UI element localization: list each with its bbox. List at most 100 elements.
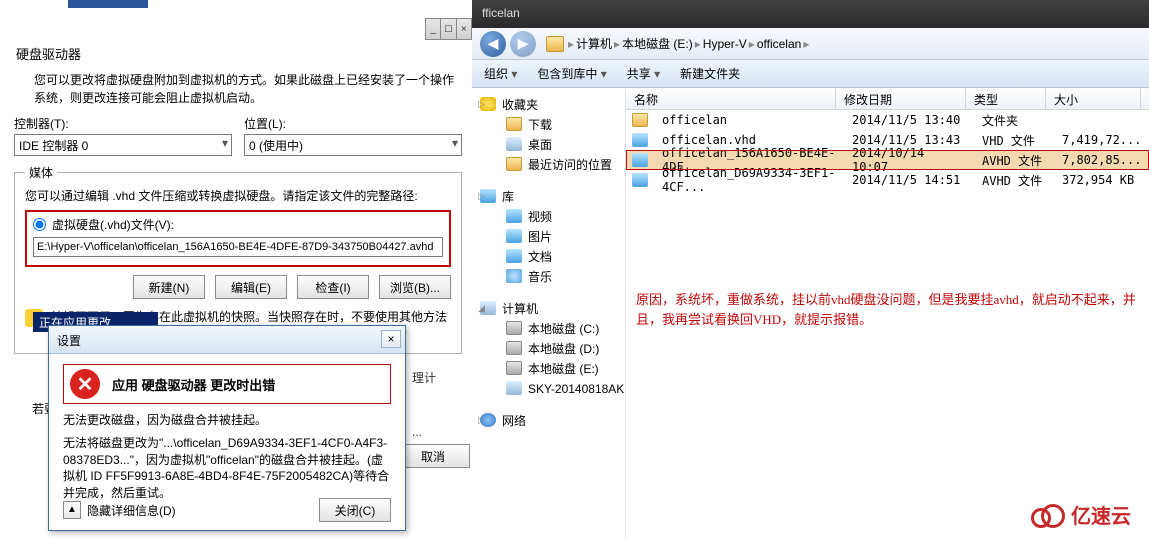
section-title: 硬盘驱动器 <box>16 44 462 63</box>
explorer-window: fficelan ◀ ▶ ▸ 计算机▸ 本地磁盘 (E:)▸ Hyper-V▸ … <box>472 0 1149 539</box>
breadcrumb[interactable]: ▸ 计算机▸ 本地磁盘 (E:)▸ Hyper-V▸ officelan▸ <box>546 35 809 52</box>
folder-icon <box>506 157 522 171</box>
tree-computer[interactable]: ◢计算机 <box>476 298 621 318</box>
document-icon <box>506 249 522 263</box>
error-line-1: 无法更改磁盘，因为磁盘合并被挂起。 <box>63 412 391 429</box>
col-type[interactable]: 类型 <box>966 88 1046 109</box>
side-fragment: 理计 ... <box>412 365 436 446</box>
file-list-header: 名称 修改日期 类型 大小 <box>626 88 1149 110</box>
drive-icon <box>506 361 522 375</box>
file-date: 2014/10/14 10:07 <box>844 146 974 174</box>
tree-sky[interactable]: SKY-20140818AKU 上 <box>476 378 621 398</box>
tool-new-folder[interactable]: 新建文件夹 <box>680 65 740 82</box>
file-date: 2014/11/5 13:40 <box>844 113 974 127</box>
logo-text: 亿速云 <box>1071 500 1131 529</box>
vhd-highlight-box: 虚拟硬盘(.vhd)文件(V): <box>25 210 451 267</box>
crumb-officelan[interactable]: officelan <box>757 37 801 51</box>
file-type: 文件夹 <box>974 112 1054 129</box>
file-size: 7,802,85... <box>1054 153 1149 167</box>
file-date: 2014/11/5 13:43 <box>844 133 974 147</box>
tree-recent[interactable]: 最近访问的位置 <box>476 154 621 174</box>
annotation-note: 原因，系统坏，重做系统，挂以前vhd硬盘没问题，但是我要挂avhd，就启动不起来… <box>636 290 1136 329</box>
error-close-btn[interactable]: 关闭(C) <box>319 498 391 522</box>
close-button[interactable]: × <box>457 19 471 39</box>
folder-icon <box>506 117 522 131</box>
nav-back-button[interactable]: ◀ <box>480 31 506 57</box>
browse-button[interactable]: 浏览(B)... <box>379 275 451 299</box>
error-heading: 应用 硬盘驱动器 更改时出错 <box>112 375 275 394</box>
location-select[interactable] <box>244 134 462 156</box>
nav-forward-button[interactable]: ▶ <box>510 31 536 57</box>
tool-organize[interactable]: 组织 <box>484 65 517 82</box>
minimize-button[interactable]: _ <box>426 19 441 39</box>
remote-icon <box>506 381 522 395</box>
col-date[interactable]: 修改日期 <box>836 88 966 109</box>
error-icon: ✕ <box>70 369 100 399</box>
controller-label: 控制器(T): <box>14 115 232 132</box>
file-name: officelan_D69A9334-3EF1-4CF... <box>654 166 844 194</box>
error-titlebar: 设置 × <box>49 326 405 354</box>
settings-dialog: _ □ × 硬盘驱动器 您可以更改将虚拟硬盘附加到虚拟机的方式。如果此磁盘上已经… <box>0 0 472 539</box>
file-name: officelan.vhd <box>654 133 844 147</box>
explorer-titlebar: fficelan <box>472 0 1149 28</box>
title-tab-fragment <box>68 0 148 8</box>
side-cancel-button[interactable]: 取消 <box>396 444 470 468</box>
watermark-logo: 亿速云 <box>1031 500 1131 529</box>
vhd-path-input[interactable] <box>33 237 443 257</box>
tree-pictures[interactable]: 图片 <box>476 226 621 246</box>
disclose-label: 隐藏详细信息(D) <box>87 502 176 519</box>
file-size: 372,954 KB <box>1054 173 1149 187</box>
tree-videos[interactable]: 视频 <box>476 206 621 226</box>
error-line-2: 无法将磁盘更改为"...\officelan_D69A9334-3EF1-4CF… <box>63 435 391 502</box>
new-button[interactable]: 新建(N) <box>133 275 205 299</box>
file-row[interactable]: officelan_D69A9334-3EF1-4CF...2014/11/5 … <box>626 170 1149 190</box>
tree-downloads[interactable]: 下载 <box>476 114 621 134</box>
side-line-1: 理计 <box>412 365 436 391</box>
tree-drive-d[interactable]: 本地磁盘 (D:) <box>476 338 621 358</box>
crumb-drive-e[interactable]: 本地磁盘 (E:) <box>622 35 693 52</box>
vhd-radio[interactable] <box>33 218 46 231</box>
col-size[interactable]: 大小 <box>1046 88 1141 109</box>
tree-documents[interactable]: 文档 <box>476 246 621 266</box>
inspect-button[interactable]: 检查(I) <box>297 275 369 299</box>
tree-music[interactable]: 音乐 <box>476 266 621 286</box>
location-label: 位置(L): <box>244 115 462 132</box>
nav-tree: ▷收藏夹 下载 桌面 最近访问的位置 ▷库 视频 图片 文档 音乐 ◢计算机 本… <box>472 88 626 539</box>
tree-network[interactable]: ▷网络 <box>476 410 621 430</box>
tree-desktop[interactable]: 桌面 <box>476 134 621 154</box>
music-icon <box>506 269 522 283</box>
section-description: 您可以更改将虚拟硬盘附加到虚拟机的方式。如果此磁盘上已经安装了一个操作系统，则更… <box>34 71 460 107</box>
file-name: officelan <box>654 113 844 127</box>
desktop-icon <box>506 137 522 151</box>
col-name[interactable]: 名称 <box>626 88 836 109</box>
vhd-radio-label: 虚拟硬盘(.vhd)文件(V): <box>52 216 174 233</box>
chevron-up-icon: ▲ <box>63 501 81 519</box>
tree-drive-c[interactable]: 本地磁盘 (C:) <box>476 318 621 338</box>
drive-icon <box>506 341 522 355</box>
edit-button[interactable]: 编辑(E) <box>215 275 287 299</box>
file-type: VHD 文件 <box>974 132 1054 149</box>
explorer-toolbar: 组织 包含到库中 共享 新建文件夹 <box>472 60 1149 88</box>
controller-select[interactable] <box>14 134 232 156</box>
file-type: AVHD 文件 <box>974 152 1054 169</box>
tool-share[interactable]: 共享 <box>627 65 660 82</box>
file-icon <box>632 153 648 167</box>
file-date: 2014/11/5 14:51 <box>844 173 974 187</box>
error-dialog: 设置 × ✕ 应用 硬盘驱动器 更改时出错 无法更改磁盘，因为磁盘合并被挂起。 … <box>48 325 406 531</box>
maximize-button[interactable]: □ <box>441 19 456 39</box>
file-size: 7,419,72... <box>1054 133 1149 147</box>
tree-drive-e[interactable]: 本地磁盘 (E:) <box>476 358 621 378</box>
tree-favorites[interactable]: ▷收藏夹 <box>476 94 621 114</box>
tool-include[interactable]: 包含到库中 <box>537 65 606 82</box>
file-icon <box>632 173 648 187</box>
media-legend: 媒体 <box>25 164 57 181</box>
disclose-toggle[interactable]: ▲ 隐藏详细信息(D) <box>63 501 176 519</box>
error-title-text: 设置 <box>57 334 81 348</box>
error-close-button[interactable]: × <box>381 330 401 348</box>
file-row[interactable]: officelan2014/11/5 13:40文件夹 <box>626 110 1149 130</box>
crumb-computer[interactable]: 计算机 <box>576 35 612 52</box>
tree-libraries[interactable]: ▷库 <box>476 186 621 206</box>
drive-icon <box>506 321 522 335</box>
folder-icon <box>632 113 648 127</box>
crumb-hyperv[interactable]: Hyper-V <box>703 37 747 51</box>
